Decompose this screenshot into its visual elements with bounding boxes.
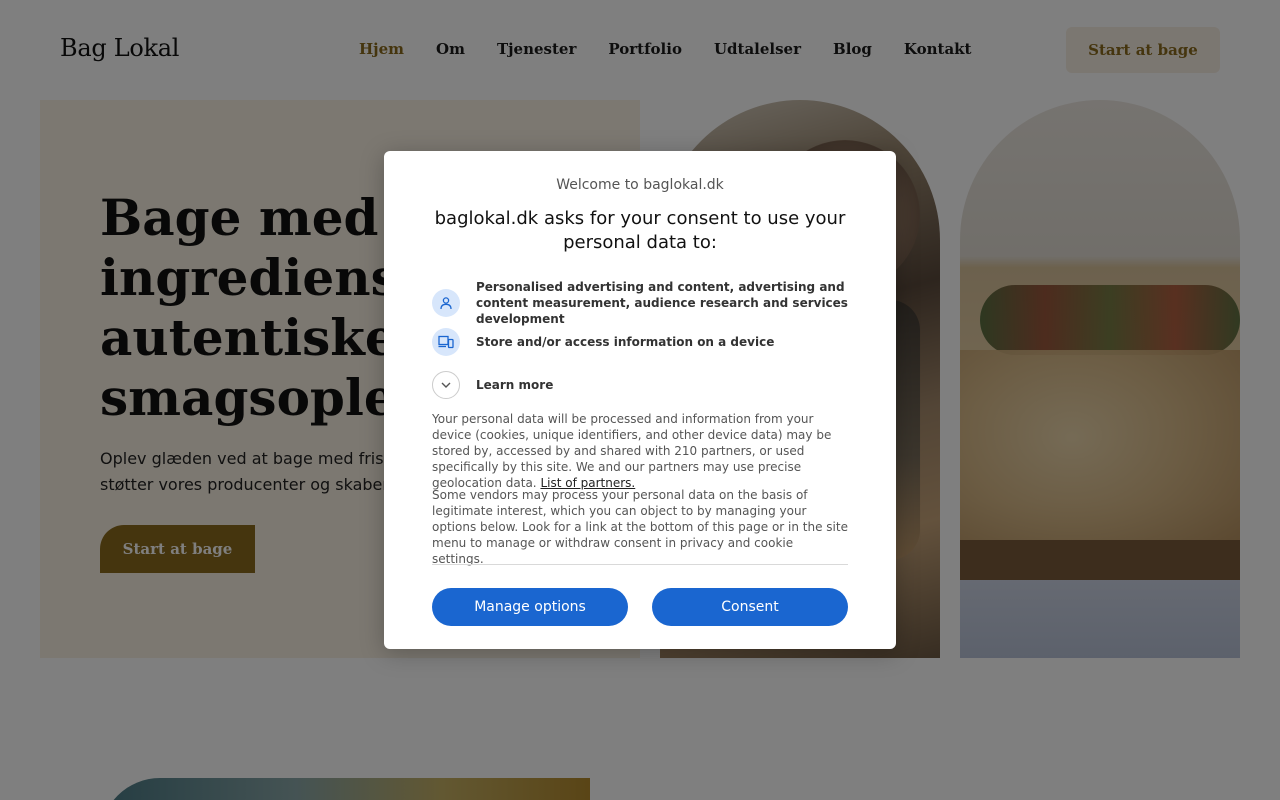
purpose-advertising: Personalised advertising and content, ad…: [432, 279, 848, 327]
purpose-label: Store and/or access information on a dev…: [476, 335, 775, 349]
legitimate-interest-paragraph: Some vendors may process your personal d…: [432, 488, 848, 566]
consent-dialog: Welcome to baglokal.dk baglokal.dk asks …: [384, 151, 896, 649]
dialog-heading: baglokal.dk asks for your consent to use…: [434, 208, 846, 253]
consent-button[interactable]: Consent: [652, 588, 848, 626]
learn-more-toggle[interactable]: Learn more: [432, 371, 848, 399]
consent-info-paragraph: Your personal data will be processed and…: [432, 411, 848, 491]
dialog-welcome: Welcome to baglokal.dk: [556, 177, 724, 193]
dialog-divider: [432, 564, 848, 565]
purpose-label: Personalised advertising and content, ad…: [476, 280, 848, 326]
chevron-down-icon[interactable]: [432, 371, 460, 399]
learn-more-label[interactable]: Learn more: [476, 377, 553, 393]
manage-options-button[interactable]: Manage options: [432, 588, 628, 626]
devices-icon: [432, 328, 460, 356]
purpose-device-storage: Store and/or access information on a dev…: [432, 328, 848, 356]
person-icon: [432, 289, 460, 317]
